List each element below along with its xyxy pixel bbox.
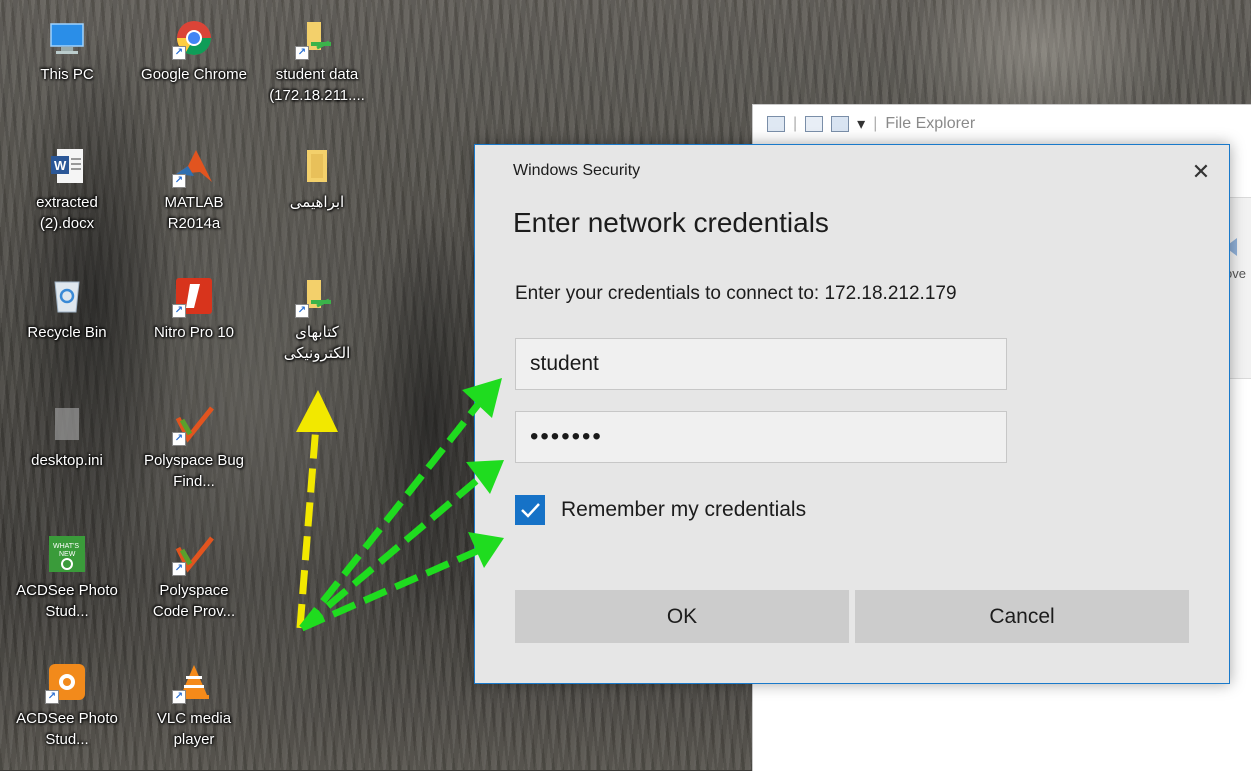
quick-access-toolbar: | ▾ | File Explorer <box>753 105 1251 143</box>
toolbar-separator: | <box>793 115 798 132</box>
checkmark-icon[interactable] <box>805 116 824 132</box>
desktop-icon-google-chrome[interactable]: ↗ Google Chrome <box>139 10 249 114</box>
close-icon: ✕ <box>1191 159 1211 184</box>
desktop-icon-label: ابراهیمی <box>289 194 345 211</box>
desktop-icon-matlab[interactable]: ↗ MATLAB R2014a <box>139 138 249 242</box>
toolbar-separator: | <box>873 115 878 132</box>
desktop-icon-label: Nitro Pro 10 <box>153 324 235 341</box>
desktop-icon-label: Polyspace Bug Find... <box>143 452 245 490</box>
computer-icon <box>47 18 87 58</box>
desktop-icon-vlc[interactable]: ↗ VLC media player <box>139 654 249 758</box>
desktop-icon-label: Polyspace Code Prov... <box>152 582 236 620</box>
desktop-icon-label: VLC media player <box>156 710 232 748</box>
dialog-title: Windows Security <box>513 162 641 179</box>
desktop-icon-extracted-docx[interactable]: W extracted (2).docx <box>12 138 122 242</box>
desktop-icon-label: Google Chrome <box>141 66 247 83</box>
password-value: ••••••• <box>530 423 603 450</box>
chrome-icon: ↗ <box>172 18 214 60</box>
explorer-title: File Explorer <box>885 115 976 132</box>
desktop-icon-label: desktop.ini <box>31 452 103 469</box>
new-folder-icon[interactable] <box>831 116 850 132</box>
cancel-button-label: Cancel <box>989 604 1055 628</box>
desktop-icon-student-data[interactable]: ↗ student data (172.18.211.... <box>262 10 372 114</box>
desktop-icon-acdsee-whats-new[interactable]: WHAT'S NEW ACDSee Photo Stud... <box>12 526 122 630</box>
remember-credentials-row[interactable]: Remember my credentials <box>515 495 806 525</box>
customize-toolbar-icon[interactable]: ▾ <box>857 114 865 134</box>
desktop-icon-label: ACDSee Photo Stud... <box>16 582 118 620</box>
desktop-icon-label: MATLAB R2014a <box>164 194 224 232</box>
remember-credentials-label: Remember my credentials <box>561 498 807 521</box>
svg-text:W: W <box>54 158 67 173</box>
desktop-icon-recycle-bin[interactable]: Recycle Bin <box>12 268 122 372</box>
ok-button-label: OK <box>666 604 698 628</box>
credentials-prompt: Enter your credentials to connect to: 17… <box>515 283 957 304</box>
desktop-icon-label: ACDSee Photo Stud... <box>16 710 118 748</box>
ok-button[interactable]: OK <box>515 590 849 643</box>
desktop-icon-label: student data (172.18.211.... <box>269 66 365 104</box>
acdsee-whats-new-icon: WHAT'S NEW <box>47 534 87 574</box>
matlab-icon: ↗ <box>172 146 214 188</box>
network-folder-icon: ↗ <box>295 18 337 60</box>
password-field[interactable]: ••••••• <box>515 411 1007 463</box>
close-button[interactable]: ✕ <box>1183 155 1219 189</box>
desktop-icon-this-pc[interactable]: This PC <box>12 10 122 114</box>
desktop-icon-nitro-pro[interactable]: ↗ Nitro Pro 10 <box>139 268 249 372</box>
desktop-icon-label: extracted (2).docx <box>36 194 98 232</box>
desktop-icon-acdsee[interactable]: ↗ ACDSee Photo Stud... <box>12 654 122 758</box>
checkmark-icon <box>521 503 540 518</box>
remember-credentials-checkbox[interactable] <box>515 495 545 525</box>
network-folder-icon: ↗ <box>295 276 337 318</box>
username-value: student <box>530 352 599 375</box>
desktop-icon-desktop-ini[interactable]: desktop.ini <box>12 396 122 500</box>
ini-file-icon <box>47 404 87 444</box>
folder-icon <box>297 146 337 186</box>
vlc-icon: ↗ <box>172 662 214 704</box>
svg-text:WHAT'S: WHAT'S <box>53 543 79 550</box>
polyspace-icon: ↗ <box>172 534 214 576</box>
acdsee-icon: ↗ <box>45 662 87 704</box>
word-document-icon: W <box>47 146 87 186</box>
desktop-icon-polyspace-code-prover[interactable]: ↗ Polyspace Code Prov... <box>139 526 249 630</box>
windows-security-dialog: Windows Security ✕ Enter network credent… <box>474 144 1230 684</box>
nitro-icon: ↗ <box>172 276 214 318</box>
desktop-icon-label: Recycle Bin <box>27 324 107 341</box>
polyspace-icon: ↗ <box>172 404 214 446</box>
svg-text:NEW: NEW <box>59 551 76 558</box>
properties-icon[interactable] <box>767 116 785 132</box>
desktop-icon-ebrahimi-folder[interactable]: ابراهیمی <box>262 138 372 242</box>
recycle-bin-icon <box>47 276 87 316</box>
desktop-icon-label: کتابهای الکترونیکی <box>283 324 351 362</box>
cancel-button[interactable]: Cancel <box>855 590 1189 643</box>
desktop-icon-electronic-books[interactable]: ↗ کتابهای الکترونیکی <box>262 268 372 372</box>
username-field[interactable]: student <box>515 338 1007 390</box>
desktop-icon-label: This PC <box>40 66 94 83</box>
desktop-icon-polyspace-bug-finder[interactable]: ↗ Polyspace Bug Find... <box>139 396 249 500</box>
dialog-heading: Enter network credentials <box>513 207 829 238</box>
